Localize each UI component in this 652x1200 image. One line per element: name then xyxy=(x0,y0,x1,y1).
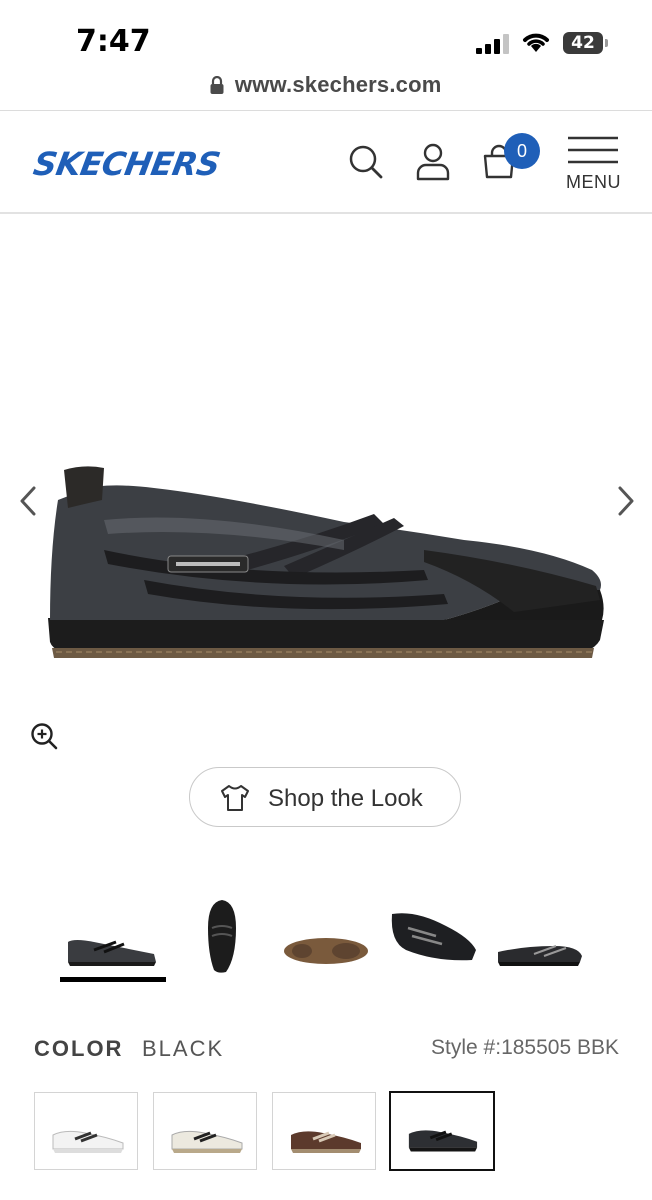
skechers-logo[interactable]: SKECHERS xyxy=(31,145,223,183)
url-bar[interactable]: www.skechers.com xyxy=(0,72,652,110)
search-icon[interactable] xyxy=(348,144,384,180)
color-swatch-white[interactable] xyxy=(34,1092,138,1170)
color-value: BLACK xyxy=(142,1036,225,1061)
product-main-image[interactable] xyxy=(44,430,614,690)
shop-the-look-label: Shop the Look xyxy=(268,785,423,812)
thumbnail-sole-view[interactable] xyxy=(282,935,370,967)
account-icon[interactable] xyxy=(416,143,450,181)
color-label: COLOR xyxy=(34,1036,124,1061)
shirt-icon xyxy=(221,785,249,811)
thumbnail-active-indicator xyxy=(60,977,166,982)
shoe-icon xyxy=(408,1130,478,1152)
shoe-icon xyxy=(171,1130,243,1153)
battery-cap xyxy=(605,39,608,47)
site-header: SKECHERS xyxy=(0,111,652,212)
lock-icon xyxy=(210,75,224,94)
color-swatch-brown[interactable] xyxy=(272,1092,376,1170)
thumbnail-top-view[interactable] xyxy=(204,898,240,974)
divider xyxy=(0,212,652,214)
chevron-left-icon[interactable] xyxy=(14,484,44,518)
menu-label[interactable]: MENU xyxy=(566,172,621,193)
color-swatch-black[interactable] xyxy=(389,1091,495,1171)
thumbnail-side-view[interactable] xyxy=(64,928,160,968)
status-bar: 7:47 42 xyxy=(0,0,652,80)
thumbnail-angle-view[interactable] xyxy=(386,906,478,964)
wifi-icon xyxy=(523,33,549,52)
chevron-right-icon[interactable] xyxy=(610,484,640,518)
style-number: Style #:185505 BBK xyxy=(431,1036,619,1059)
shoe-icon xyxy=(52,1130,124,1153)
shop-the-look-button[interactable]: Shop the Look xyxy=(189,767,461,827)
cart-count-badge: 0 xyxy=(504,133,540,169)
cellular-signal-icon xyxy=(476,34,510,54)
color-swatch-off-white[interactable] xyxy=(153,1092,257,1170)
zoom-in-icon[interactable] xyxy=(30,722,58,750)
menu-icon[interactable] xyxy=(567,136,619,166)
shoe-icon xyxy=(291,1131,361,1153)
battery-level: 42 xyxy=(571,33,595,53)
url-text: www.skechers.com xyxy=(234,72,442,97)
thumbnail-inside-view[interactable] xyxy=(494,934,584,968)
status-time: 7:47 xyxy=(76,24,151,59)
